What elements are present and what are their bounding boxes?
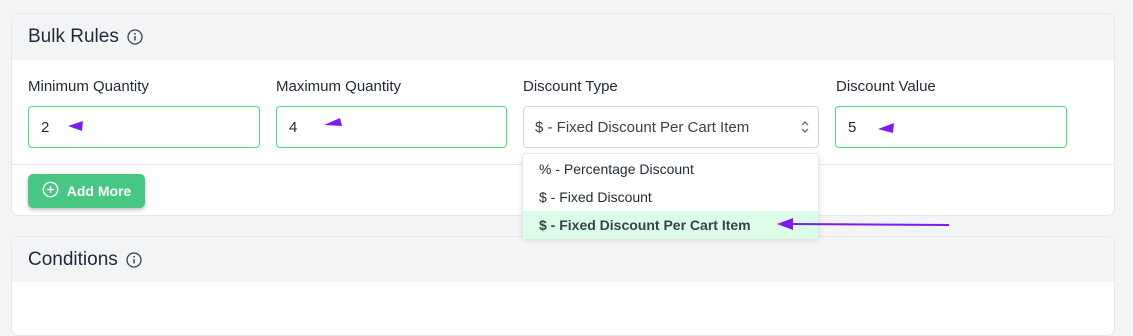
min-quantity-value: 2 bbox=[41, 118, 50, 136]
discount-value-value: 5 bbox=[848, 118, 857, 136]
discount-value-input[interactable]: 5 bbox=[835, 106, 1067, 148]
add-more-button[interactable]: Add More bbox=[28, 174, 145, 208]
bulk-rules-header: Bulk Rules bbox=[12, 14, 1114, 60]
info-icon[interactable] bbox=[126, 251, 142, 268]
dropdown-option-fixed[interactable]: $ - Fixed Discount bbox=[523, 183, 818, 211]
max-quantity-input[interactable]: 4 bbox=[276, 106, 507, 148]
discount-type-select[interactable]: $ - Fixed Discount Per Cart Item bbox=[523, 106, 819, 148]
dropdown-option-percentage[interactable]: % - Percentage Discount bbox=[523, 155, 818, 183]
max-quantity-value: 4 bbox=[289, 118, 298, 136]
bulk-rules-title: Bulk Rules bbox=[28, 26, 119, 47]
min-quantity-input[interactable]: 2 bbox=[28, 106, 260, 148]
max-quantity-label: Maximum Quantity bbox=[276, 78, 402, 95]
plus-circle-icon bbox=[42, 181, 59, 201]
info-icon[interactable] bbox=[127, 29, 143, 45]
conditions-card: Conditions bbox=[11, 236, 1115, 336]
discount-type-value: $ - Fixed Discount Per Cart Item bbox=[535, 118, 750, 136]
dropdown-option-fixed-per-item[interactable]: $ - Fixed Discount Per Cart Item bbox=[523, 211, 818, 239]
discount-type-dropdown: % - Percentage Discount $ - Fixed Discou… bbox=[522, 153, 819, 239]
min-quantity-label: Minimum Quantity bbox=[28, 78, 149, 95]
discount-value-label: Discount Value bbox=[836, 78, 936, 95]
add-more-label: Add More bbox=[66, 183, 132, 199]
conditions-header: Conditions bbox=[12, 237, 1114, 282]
select-arrows-icon bbox=[800, 119, 810, 135]
conditions-title: Conditions bbox=[28, 248, 118, 270]
discount-type-label: Discount Type bbox=[523, 78, 618, 95]
